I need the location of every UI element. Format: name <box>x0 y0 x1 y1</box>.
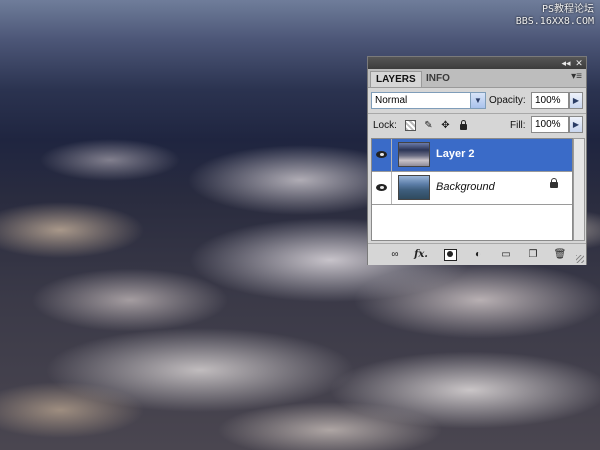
fill-label: Fill: <box>510 120 526 131</box>
panel-tabs: LAYERS INFO ▾≡ <box>368 69 586 88</box>
layers-list: Layer 2 Background <box>371 138 573 241</box>
lock-transparent-icon[interactable] <box>405 120 416 131</box>
divider <box>372 204 572 205</box>
tab-layers[interactable]: LAYERS <box>370 71 422 87</box>
lock-fill-row: Lock: ✎ ✥ Fill: 100% ▶ <box>368 114 586 136</box>
panel-menu-icon[interactable]: ▾≡ <box>571 71 582 82</box>
trash-icon[interactable]: 🗑 <box>553 248 567 261</box>
blend-mode-value: Normal <box>375 95 408 106</box>
opacity-arrow-icon[interactable]: ▶ <box>569 92 583 109</box>
blend-opacity-row: Normal ▼ Opacity: 100% ▶ <box>368 88 586 112</box>
visibility-toggle[interactable] <box>372 172 392 204</box>
chevron-down-icon[interactable]: ▼ <box>470 93 485 108</box>
eye-icon <box>376 151 387 158</box>
fx-icon[interactable]: fx. <box>414 248 428 261</box>
layer-name[interactable]: Background <box>436 181 495 193</box>
fill-arrow-icon[interactable]: ▶ <box>569 116 583 133</box>
layer-thumbnail <box>398 175 430 200</box>
new-layer-icon[interactable]: ❐ <box>526 248 540 261</box>
blend-mode-select[interactable]: Normal ▼ <box>371 92 486 109</box>
layers-scrollbar[interactable] <box>573 138 585 241</box>
double-arrow-icon[interactable]: ◂◂ <box>560 57 572 69</box>
lock-all-icon[interactable] <box>458 120 469 131</box>
layer-row-background[interactable]: Background <box>372 172 572 205</box>
visibility-toggle[interactable] <box>372 139 392 171</box>
eye-icon <box>376 184 387 191</box>
link-icon[interactable]: ∞ <box>388 248 402 261</box>
watermark-line-2: BBS.16XX8.COM <box>515 16 594 27</box>
group-folder-icon[interactable]: ▭ <box>499 248 513 261</box>
lock-label: Lock: <box>373 120 397 131</box>
panel-titlebar[interactable]: ◂◂ ✕ <box>368 57 586 69</box>
opacity-label: Opacity: <box>489 95 526 106</box>
watermark: PS教程论坛 BBS.16XX8.COM <box>516 4 594 28</box>
fill-field[interactable]: 100% <box>531 116 569 133</box>
layers-panel: ◂◂ ✕ LAYERS INFO ▾≡ Normal ▼ Opacity: 10… <box>367 56 587 265</box>
layer-name[interactable]: Layer 2 <box>436 148 475 160</box>
watermark-line-1: PS教程论坛 <box>541 4 594 15</box>
adjustment-icon[interactable]: ◐ <box>471 248 485 261</box>
tab-info[interactable]: INFO <box>421 71 455 87</box>
lock-brush-icon[interactable]: ✎ <box>423 120 434 131</box>
layer-row-layer-2[interactable]: Layer 2 <box>372 139 572 172</box>
lock-move-icon[interactable]: ✥ <box>440 120 451 131</box>
resize-grip-icon[interactable] <box>576 255 584 263</box>
opacity-field[interactable]: 100% <box>531 92 569 109</box>
close-icon[interactable]: ✕ <box>573 57 585 69</box>
layer-thumbnail <box>398 142 430 167</box>
lock-icon <box>550 178 558 188</box>
mask-icon[interactable] <box>443 248 457 261</box>
panel-bottom-toolbar: ∞ fx. ◐ ▭ ❐ 🗑 <box>368 243 586 265</box>
